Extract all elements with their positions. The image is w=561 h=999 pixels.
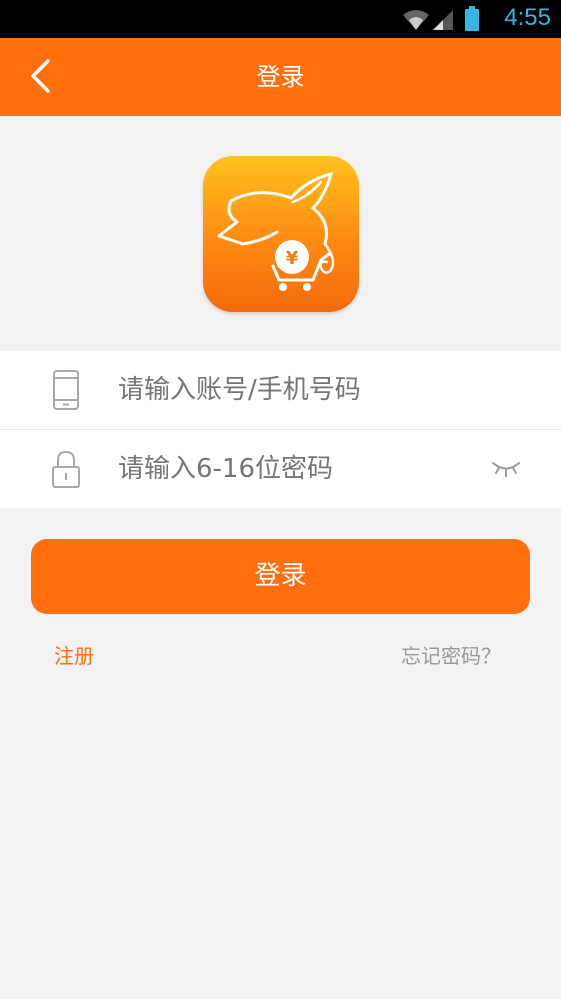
status-time: 4:55 (504, 4, 551, 31)
account-input[interactable] (118, 351, 478, 429)
lock-icon (52, 450, 80, 488)
status-icons (403, 6, 479, 31)
pig-cart-yen-logo: ¥ (217, 171, 335, 291)
password-row (0, 430, 561, 508)
password-input[interactable] (118, 430, 478, 508)
page-title: 登录 (256, 63, 305, 91)
login-button[interactable]: 登录 (31, 539, 530, 614)
battery-icon (465, 6, 479, 31)
svg-text:¥: ¥ (286, 248, 299, 269)
login-form (0, 351, 561, 508)
app-logo: ¥ (203, 156, 359, 312)
signal-icon (433, 10, 453, 30)
forgot-password-link[interactable]: 忘记密码？ (401, 640, 501, 669)
register-link[interactable]: 注册 (54, 640, 94, 669)
account-row (0, 351, 561, 430)
phone-icon (53, 370, 79, 410)
eye-closed-icon[interactable] (491, 457, 521, 479)
wifi-icon (403, 10, 429, 30)
status-bar: 4:55 (0, 0, 561, 38)
app-bar: 登录 (0, 38, 561, 116)
